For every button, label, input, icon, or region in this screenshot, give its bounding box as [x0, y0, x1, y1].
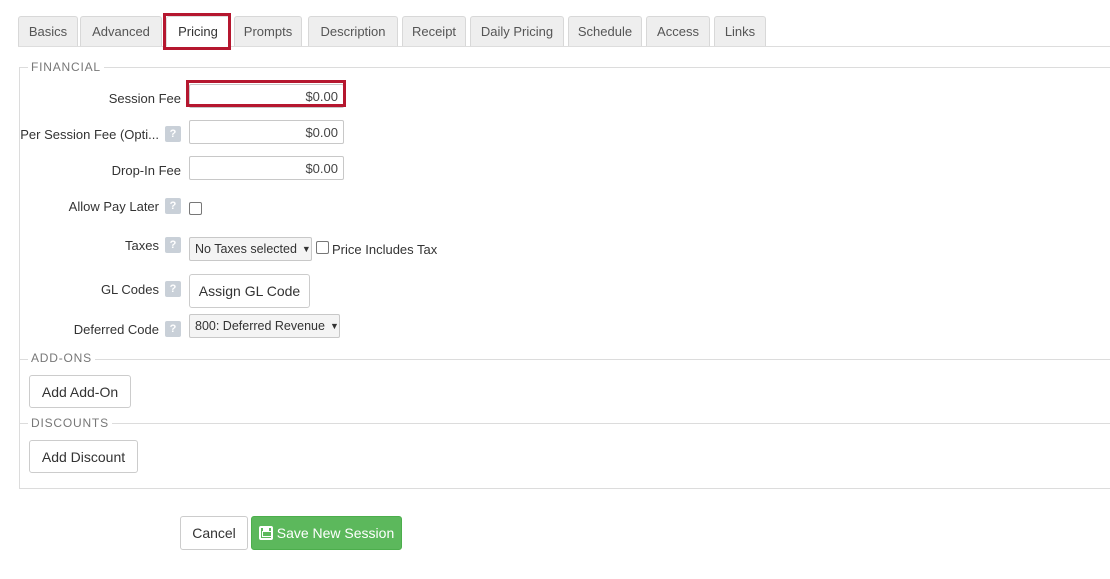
- add-discount-button[interactable]: Add Discount: [29, 440, 138, 473]
- tab-pricing[interactable]: Pricing: [166, 16, 230, 47]
- tab-receipt[interactable]: Receipt: [402, 16, 466, 46]
- drop-in-fee-input[interactable]: [189, 156, 344, 180]
- gl-codes-label: GL Codes: [100, 282, 159, 297]
- tab-access[interactable]: Access: [646, 16, 710, 46]
- tab-bar: Basics Advanced Pricing Prompts Descript…: [18, 16, 1110, 47]
- taxes-label: Taxes: [125, 238, 159, 253]
- chevron-down-icon: ▼: [329, 321, 339, 331]
- discounts-divider: [19, 423, 1110, 424]
- discounts-legend: DISCOUNTS: [28, 416, 112, 430]
- financial-divider: [19, 67, 1110, 68]
- tab-links[interactable]: Links: [714, 16, 766, 46]
- save-icon: [258, 526, 273, 540]
- session-fee-label: Session Fee: [108, 91, 181, 106]
- cancel-button[interactable]: Cancel: [180, 516, 248, 550]
- deferred-code-selected-value: 800: Deferred Revenue: [195, 319, 325, 333]
- add-addon-button[interactable]: Add Add-On: [29, 375, 131, 408]
- tab-prompts[interactable]: Prompts: [234, 16, 302, 46]
- drop-in-fee-label: Drop-In Fee: [111, 163, 181, 178]
- save-button-label: Save New Session: [276, 525, 395, 541]
- deferred-code-select[interactable]: 800: Deferred Revenue ▼: [189, 314, 340, 338]
- pricing-panel: [19, 67, 1110, 489]
- tab-daily-pricing[interactable]: Daily Pricing: [470, 16, 564, 46]
- per-session-fee-help-icon[interactable]: ?: [165, 126, 181, 142]
- chevron-down-icon: ▼: [301, 244, 311, 254]
- deferred-code-label: Deferred Code: [73, 322, 159, 337]
- per-session-fee-input[interactable]: [189, 120, 344, 144]
- tab-schedule[interactable]: Schedule: [568, 16, 642, 46]
- taxes-selected-value: No Taxes selected: [195, 242, 297, 256]
- allow-pay-later-help-icon[interactable]: ?: [165, 198, 181, 214]
- assign-gl-code-button[interactable]: Assign GL Code: [189, 274, 310, 308]
- price-includes-tax-label: Price Includes Tax: [332, 242, 438, 257]
- tab-basics[interactable]: Basics: [18, 16, 78, 46]
- allow-pay-later-label: Allow Pay Later: [68, 199, 159, 214]
- taxes-select[interactable]: No Taxes selected ▼: [189, 237, 312, 261]
- session-fee-input[interactable]: [189, 84, 344, 108]
- addons-divider: [19, 359, 1110, 360]
- save-new-session-button[interactable]: Save New Session: [251, 516, 402, 550]
- tab-description[interactable]: Description: [308, 16, 398, 46]
- per-session-fee-label: Per Session Fee (Opti...: [20, 127, 159, 142]
- allow-pay-later-checkbox[interactable]: [189, 202, 202, 215]
- gl-codes-help-icon[interactable]: ?: [165, 281, 181, 297]
- tab-advanced[interactable]: Advanced: [80, 16, 162, 46]
- deferred-code-help-icon[interactable]: ?: [165, 321, 181, 337]
- financial-legend: FINANCIAL: [28, 60, 104, 74]
- price-includes-tax-checkbox[interactable]: [316, 241, 329, 254]
- taxes-help-icon[interactable]: ?: [165, 237, 181, 253]
- addons-legend: ADD-ONS: [28, 351, 95, 365]
